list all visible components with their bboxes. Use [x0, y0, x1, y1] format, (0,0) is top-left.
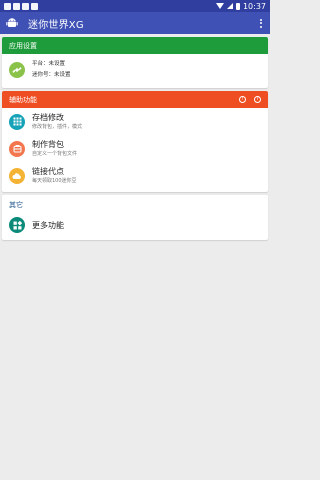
item-subtitle: 自定义一个背包文件	[32, 150, 78, 157]
notification-icon	[22, 2, 29, 10]
notification-icons	[4, 2, 38, 10]
android-icon	[6, 17, 18, 29]
notification-icon	[4, 2, 11, 10]
app-settings-card: 应用设置 平台：未设置 迷你号：未设置	[2, 37, 268, 88]
info-icon[interactable]: !	[239, 96, 246, 103]
aux-functions-title: 辅助功能	[9, 95, 37, 104]
mini-id-value: 迷你号：未设置	[32, 72, 71, 78]
item-title: 链接代点	[32, 166, 64, 176]
aux-functions-card: 辅助功能 ! ? 存档修改 修改背包，插件，模式 制作背包 自定义一个背包文件 …	[2, 91, 268, 192]
status-time: 10:37	[242, 1, 266, 11]
list-item-link-claim[interactable]: 链接代点 每天领取100迷你豆	[2, 162, 268, 189]
platform-value: 平台：未设置	[32, 61, 66, 67]
notification-icon	[31, 2, 38, 10]
status-bar: 10:37	[0, 0, 270, 12]
list-item-make-backpack[interactable]: 制作背包 自定义一个背包文件	[2, 135, 268, 162]
more-features-item[interactable]: 更多功能	[2, 213, 268, 240]
app-settings-row[interactable]: 平台：未设置 迷你号：未设置	[2, 54, 268, 88]
other-card: 其它 更多功能	[2, 195, 268, 240]
wifi-icon	[215, 3, 224, 9]
grid-icon	[9, 113, 25, 130]
battery-icon	[235, 2, 240, 10]
item-title: 存档修改	[32, 112, 64, 122]
app-settings-header: 应用设置	[2, 37, 268, 54]
signal-icon	[226, 3, 233, 9]
item-title: 制作背包	[32, 139, 64, 149]
apps-icon	[9, 217, 25, 233]
item-subtitle: 每天领取100迷你豆	[32, 177, 77, 184]
aux-functions-header: 辅助功能 ! ?	[2, 91, 268, 108]
more-features-label: 更多功能	[32, 220, 64, 230]
backpack-icon	[9, 140, 25, 157]
help-icon[interactable]: ?	[254, 96, 261, 103]
app-settings-title: 应用设置	[9, 41, 37, 50]
cloud-icon	[9, 167, 25, 184]
satellite-icon	[9, 62, 25, 78]
list-item-save-edit[interactable]: 存档修改 修改背包，插件，模式	[2, 108, 268, 135]
app-bar: 迷你世界XG	[0, 12, 270, 34]
app-title: 迷你世界XG	[28, 19, 84, 31]
item-subtitle: 修改背包，插件，模式	[32, 123, 83, 130]
notification-icon	[13, 2, 20, 10]
overflow-menu-icon[interactable]	[258, 18, 264, 28]
other-header: 其它	[9, 201, 23, 209]
